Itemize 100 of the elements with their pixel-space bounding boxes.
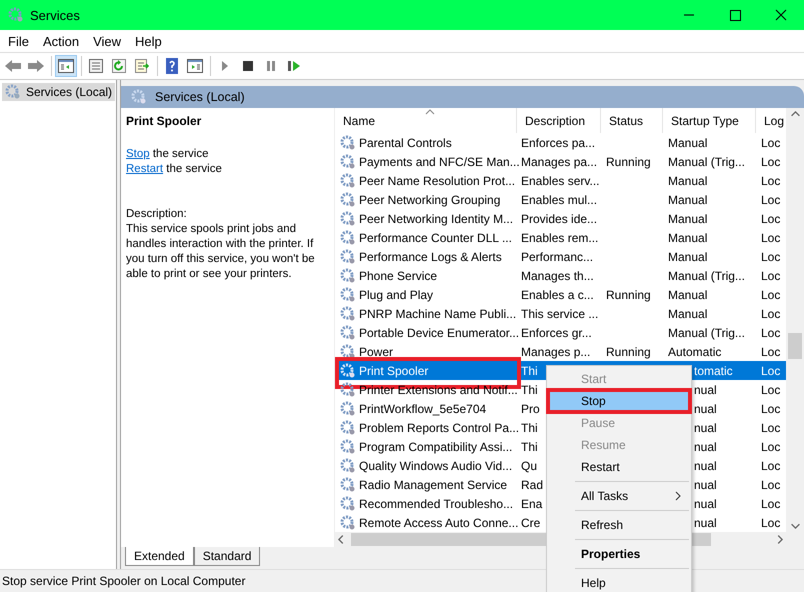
table-cell: Loc xyxy=(761,326,780,340)
table-cell: Loc xyxy=(761,516,780,530)
gear-icon xyxy=(340,192,356,208)
gear-icon xyxy=(340,210,356,226)
table-cell: Automatic xyxy=(668,344,722,358)
description-label: Description: xyxy=(126,207,188,222)
table-cell: tomatic xyxy=(694,364,733,378)
service-name[interactable]: Peer Name Resolution Prot... xyxy=(359,174,516,188)
table-cell: nual xyxy=(694,478,717,492)
service-name: Print Spooler xyxy=(126,114,202,128)
table-cell: Enables serv... xyxy=(521,174,600,188)
service-name[interactable]: Peer Networking Identity M... xyxy=(359,212,514,226)
table-cell: Performanc... xyxy=(521,250,594,264)
table-cell: Loc xyxy=(761,420,780,434)
menu-item[interactable]: Restart xyxy=(547,456,691,478)
menu-item[interactable]: Stop xyxy=(546,388,692,414)
table-cell: Loc xyxy=(761,382,780,396)
table-cell: Manages pa... xyxy=(521,154,598,168)
table-cell: Qu xyxy=(521,458,538,472)
table-cell: Loc xyxy=(761,288,780,302)
table-cell: Thi xyxy=(521,420,538,434)
action-link[interactable]: Restart xyxy=(126,163,164,175)
gear-icon xyxy=(340,230,356,246)
menu-item[interactable]: Properties xyxy=(547,543,691,565)
gear-icon xyxy=(340,514,356,530)
table-cell: Loc xyxy=(761,136,780,150)
table-cell: Enables rem... xyxy=(521,230,598,244)
table-cell: Loc xyxy=(761,268,780,282)
vertical-scrollbar[interactable] xyxy=(786,108,804,547)
table-cell: nual xyxy=(694,402,717,416)
action-link[interactable]: Stop xyxy=(126,148,150,160)
table-cell: Loc xyxy=(761,154,780,168)
service-name[interactable]: Radio Management Service xyxy=(359,478,508,492)
table-cell: nual xyxy=(694,516,717,530)
service-name[interactable]: Parental Controls xyxy=(359,136,452,150)
table-cell: Loc xyxy=(761,478,780,492)
service-name[interactable]: Performance Logs & Alerts xyxy=(359,250,502,264)
service-name[interactable]: Remote Access Auto Conne... xyxy=(359,516,518,530)
table-cell: Loc xyxy=(761,174,780,188)
service-name[interactable]: Peer Networking Grouping xyxy=(359,192,500,206)
gear-icon xyxy=(340,344,356,360)
action-text: the service xyxy=(165,163,222,175)
menu-item[interactable]: All Tasks xyxy=(547,485,691,507)
service-name[interactable]: Plug and Play xyxy=(359,288,434,302)
gear-icon xyxy=(131,89,147,105)
table-cell: Manual xyxy=(668,174,708,188)
service-name[interactable]: Payments and NFC/SE Man... xyxy=(359,154,520,168)
gear-icon xyxy=(340,172,356,188)
table-cell: Manual (Trig... xyxy=(668,154,745,168)
service-name[interactable]: PNRP Machine Name Publi... xyxy=(359,306,516,320)
menu-item[interactable]: Refresh xyxy=(547,514,691,536)
menu-item[interactable]: Help xyxy=(128,34,169,48)
service-name[interactable]: Phone Service xyxy=(359,268,438,282)
gear-icon xyxy=(340,248,356,264)
service-name[interactable]: Power xyxy=(359,344,394,358)
table-cell: Loc xyxy=(761,212,780,226)
scroll-thumb[interactable] xyxy=(788,333,802,359)
table-cell: Running xyxy=(606,288,651,302)
gear-icon xyxy=(340,496,356,512)
service-name[interactable]: Performance Counter DLL ... xyxy=(359,230,512,244)
table-cell: Manages th... xyxy=(521,268,594,282)
action-text: the service xyxy=(152,148,208,160)
menu-item[interactable]: Help xyxy=(547,572,691,592)
column-header[interactable]: Log xyxy=(756,108,786,133)
gear-icon xyxy=(340,134,356,150)
service-name[interactable]: Program Compatibility Assi... xyxy=(359,440,512,454)
gear-icon xyxy=(340,400,356,416)
table-cell: Loc xyxy=(761,192,780,206)
menu-item[interactable]: File xyxy=(0,34,36,48)
service-name[interactable]: Portable Device Enumerator... xyxy=(359,326,520,340)
service-name[interactable]: Recommended Troublesho... xyxy=(359,496,514,510)
table-cell: Provides ide... xyxy=(521,212,598,226)
table-cell: Enables mul... xyxy=(521,192,598,206)
console-tree-icon[interactable] xyxy=(55,55,77,77)
column-header[interactable]: Name xyxy=(335,108,517,133)
description-text: This service spools print jobs and handles interaction with the printer. If you turn off this service, you won't be able to print or see your printers. xyxy=(126,222,316,282)
table-cell: Loc xyxy=(761,364,780,378)
column-header[interactable]: Startup Type xyxy=(663,108,756,133)
menu-item[interactable]: View xyxy=(86,34,128,48)
column-header[interactable]: Status xyxy=(601,108,663,133)
gear-icon xyxy=(340,154,356,170)
table-cell: Loc xyxy=(761,458,780,472)
table-cell: nual xyxy=(694,496,717,510)
column-header[interactable]: Description xyxy=(517,108,601,133)
status-text: Stop service Print Spooler on Local Computer xyxy=(2,574,246,588)
table-cell: Ena xyxy=(521,496,542,510)
table-cell: Manual (Trig... xyxy=(668,268,745,282)
menu-item[interactable]: Action xyxy=(36,34,86,48)
sort-caret-icon xyxy=(425,109,435,115)
service-name[interactable]: Print Spooler xyxy=(359,364,428,378)
service-name[interactable]: Quality Windows Audio Vid... xyxy=(359,458,512,472)
service-name[interactable]: PrintWorkflow_5e5e704 xyxy=(359,402,486,416)
table-cell: Manual xyxy=(668,306,708,320)
tree-item[interactable]: Services (Local) xyxy=(2,83,116,101)
view-tab[interactable]: Extended xyxy=(125,547,194,566)
service-name[interactable]: Problem Reports Control Pa... xyxy=(359,420,520,434)
gear-icon xyxy=(340,306,356,322)
view-tab[interactable]: Standard xyxy=(194,547,260,566)
table-cell: Loc xyxy=(761,230,780,244)
table-cell: Loc xyxy=(761,496,780,510)
